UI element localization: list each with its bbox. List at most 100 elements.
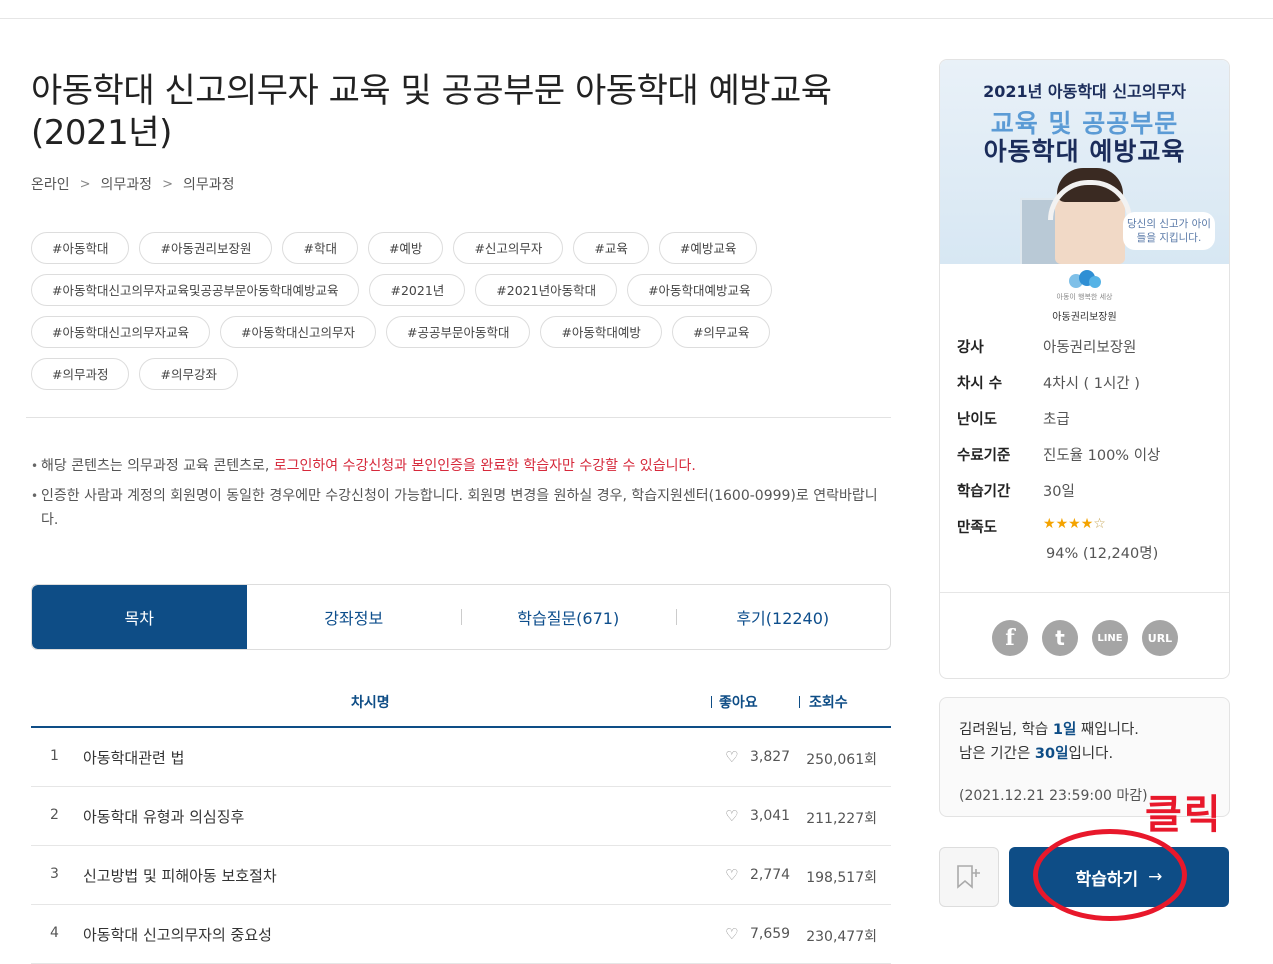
facebook-icon[interactable]: f [992, 620, 1028, 656]
status-text: 째입니다. [1076, 722, 1139, 738]
tag-chip[interactable]: #아동권리보장원 [139, 232, 273, 264]
heart-icon[interactable]: ♡ [725, 925, 738, 943]
tag-chip[interactable]: #교육 [573, 232, 649, 264]
like-count: 3,041 [750, 808, 791, 824]
bookmark-add-icon [957, 865, 980, 889]
like-count: 7,659 [750, 926, 791, 942]
tag-chip[interactable]: #아동학대신고의무자교육및공공부문아동학대예방교육 [31, 274, 360, 306]
info-value: 진도율 100% 이상 [1043, 448, 1161, 464]
info-row-instructor: 강사 아동권리보장원 [957, 336, 1217, 372]
line-icon[interactable]: LINE [1092, 620, 1128, 656]
table-row[interactable]: 3 신고방법 및 피해아동 보호절차 ♡ 2,774 198,517회 [31, 846, 891, 905]
top-divider [0, 18, 1273, 19]
tag-chip[interactable]: #예방 [367, 232, 444, 264]
status-text: 입니다. [1068, 746, 1114, 762]
status-text: 남은 기간은 [959, 746, 1035, 762]
status-text: 님, 학습 [999, 722, 1053, 738]
column-header-name: 차시명 [351, 695, 390, 711]
tag-chip[interactable]: #아동학대신고의무자 [219, 316, 376, 348]
tab-questions[interactable]: 학습질문(671) [461, 585, 676, 649]
tag-chip[interactable]: #학대 [282, 232, 358, 264]
heart-icon[interactable]: ♡ [725, 748, 738, 766]
bookmark-button[interactable] [939, 847, 999, 907]
tag-chip[interactable]: #아동학대예방 [540, 316, 662, 348]
tag-chip[interactable]: #신고의무자 [453, 232, 564, 264]
like-count: 3,827 [750, 749, 791, 765]
start-study-button[interactable]: 학습하기 → [1009, 847, 1229, 907]
org-name: 아동권리보장원 [1052, 312, 1117, 323]
row-number: 1 [50, 748, 59, 764]
star-filled-icon: ★ [1043, 516, 1056, 532]
status-line-remaining: 남은 기간은 30일입니다. [959, 742, 1229, 766]
annotation-click-label: 클릭 [1145, 792, 1223, 838]
tag-chip[interactable]: #공공부문아동학대 [385, 316, 531, 348]
satisfaction-detail: 94% (12,240명) [1046, 546, 1159, 562]
info-row-sessions: 차시 수 4차시 ( 1시간 ) [957, 372, 1217, 408]
status-day: 30일 [1034, 746, 1069, 762]
chevron-right-icon: > [162, 176, 173, 192]
column-header-views: 조회수 [809, 695, 848, 711]
view-count: 230,477회 [806, 929, 877, 945]
tab-contents[interactable]: 목차 [32, 585, 247, 649]
column-divider [799, 696, 800, 708]
tag-chip[interactable]: #의무교육 [671, 316, 771, 348]
card-divider [940, 592, 1229, 593]
lesson-title[interactable]: 아동학대관련 법 [83, 747, 184, 768]
tag-chip[interactable]: #2021년아동학대 [475, 274, 618, 306]
tag-chip[interactable]: #2021년 [369, 274, 466, 306]
lesson-title[interactable]: 아동학대 신고의무자의 중요성 [83, 924, 272, 945]
tag-list: #아동학대 #아동권리보장원 #학대 #예방 #신고의무자 #교육 #예방교육 … [31, 232, 811, 390]
column-divider [711, 696, 712, 708]
info-label: 수료기준 [957, 448, 1011, 464]
info-value: 아동권리보장원 [1043, 340, 1137, 356]
row-number: 3 [50, 866, 59, 882]
table-header: 차시명 좋아요 조회수 [31, 678, 891, 728]
table-row[interactable]: 4 아동학대 신고의무자의 중요성 ♡ 7,659 230,477회 [31, 905, 891, 964]
star-filled-icon: ★ [1068, 516, 1081, 532]
lesson-title[interactable]: 아동학대 유형과 의심징후 [83, 806, 244, 827]
url-icon[interactable]: URL [1142, 620, 1178, 656]
breadcrumb: 온라인 > 의무과정 > 의무과정 [31, 174, 891, 194]
tag-chip[interactable]: #의무과정 [31, 358, 130, 390]
view-count: 250,061회 [806, 752, 877, 768]
tag-chip[interactable]: #예방교육 [658, 232, 758, 264]
tab-course-info[interactable]: 강좌정보 [247, 585, 462, 649]
tag-chip[interactable]: #아동학대 [31, 232, 130, 264]
row-number: 4 [50, 925, 59, 941]
info-value: 4차시 ( 1시간 ) [1043, 376, 1140, 392]
info-label: 차시 수 [957, 376, 1003, 392]
view-count: 211,227회 [806, 811, 877, 827]
course-main: 아동학대 신고의무자 교육 및 공공부문 아동학대 예방교육 (2021년) 온… [26, 70, 891, 964]
tab-reviews[interactable]: 후기(12240) [675, 585, 891, 649]
breadcrumb-item[interactable]: 의무과정 [101, 174, 153, 194]
breadcrumb-item[interactable]: 의무과정 [183, 174, 235, 194]
course-summary-card: 2021년 아동학대 신고의무자 교육 및 공공부문 아동학대 예방교육 당신의… [939, 59, 1230, 679]
tag-chip[interactable]: #아동학대예방교육 [627, 274, 772, 306]
column-header-likes: 좋아요 [719, 695, 758, 711]
notice-highlight: 로그인하여 수강신청과 본인인증을 완료한 학습자만 수강할 수 있습니다. [273, 458, 696, 474]
notice-item: 해당 콘텐츠는 의무과정 교육 콘텐츠로, 로그인하여 수강신청과 본인인증을 … [31, 454, 891, 478]
notice-list: 해당 콘텐츠는 의무과정 교육 콘텐츠로, 로그인하여 수강신청과 본인인증을 … [31, 454, 891, 538]
info-label: 학습기간 [957, 484, 1011, 500]
info-row-level: 난이도 초급 [957, 408, 1217, 444]
course-tabs: 목차 강좌정보 학습질문(671) 후기(12240) [31, 584, 891, 650]
heart-icon[interactable]: ♡ [725, 807, 738, 825]
breadcrumb-item[interactable]: 온라인 [31, 174, 70, 194]
twitter-icon[interactable]: t [1042, 620, 1078, 656]
banner-line: 2021년 아동학대 신고의무자 [983, 82, 1186, 101]
star-rating-icon: ★★★★☆ [1043, 516, 1106, 532]
table-row[interactable]: 1 아동학대관련 법 ♡ 3,827 250,061회 [31, 728, 891, 787]
org-tagline: 아동이 행복한 세상 [1056, 293, 1113, 301]
tag-chip[interactable]: #아동학대신고의무자교육 [31, 316, 210, 348]
arrow-right-icon: → [1148, 867, 1163, 887]
status-line-progress: 김려원님, 학습 1일 째입니다. [959, 718, 1229, 742]
heart-icon[interactable]: ♡ [725, 866, 738, 884]
info-value: 초급 [1043, 412, 1070, 428]
tag-chip[interactable]: #의무강좌 [139, 358, 238, 390]
notice-item: 인증한 사람과 계정의 회원명이 동일한 경우에만 수강신청이 가능합니다. 회… [31, 484, 891, 532]
status-day: 1일 [1052, 722, 1077, 738]
section-divider [26, 417, 891, 418]
course-info-list: 강사 아동권리보장원 차시 수 4차시 ( 1시간 ) 난이도 초급 수료기준 … [957, 336, 1217, 563]
table-row[interactable]: 2 아동학대 유형과 의심징후 ♡ 3,041 211,227회 [31, 787, 891, 846]
lesson-title[interactable]: 신고방법 및 피해아동 보호절차 [83, 865, 277, 886]
